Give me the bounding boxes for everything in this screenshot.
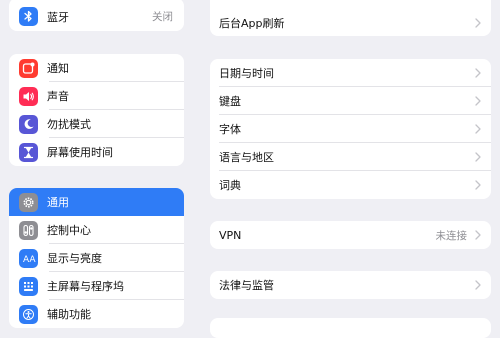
hourglass-icon: [19, 142, 38, 162]
chevron-right-icon: [475, 96, 481, 106]
vpn-row[interactable]: VPN 未连接: [210, 221, 491, 249]
dictionary-row[interactable]: 词典: [210, 171, 491, 199]
sound-icon: [19, 86, 38, 106]
bluetooth-status: 关闭: [152, 11, 173, 23]
sidebar-group-connectivity: 蓝牙 关闭: [9, 0, 184, 31]
chevron-right-icon: [475, 152, 481, 162]
display-brightness-icon: AA: [19, 248, 38, 268]
sidebar-item-display[interactable]: AA 显示与亮度: [9, 244, 184, 272]
bluetooth-icon: [19, 7, 38, 26]
language-region-row[interactable]: 语言与地区: [210, 143, 491, 171]
row-label: 键盘: [219, 95, 241, 108]
sidebar-item-sounds[interactable]: 声音: [9, 82, 184, 110]
sidebar-item-label: 屏幕使用时间: [47, 146, 113, 159]
keyboard-row[interactable]: 键盘: [210, 87, 491, 115]
sidebar-item-screen-time[interactable]: 屏幕使用时间: [9, 138, 184, 166]
chevron-right-icon: [475, 68, 481, 78]
row-label: 后台App刷新: [219, 17, 285, 30]
main-group-datetime: 日期与时间 键盘 字体 语言与地区 词典: [210, 59, 491, 199]
sidebar-item-label: 控制中心: [47, 224, 91, 237]
sidebar-item-label: 主屏幕与程序坞: [47, 280, 124, 293]
chevron-right-icon: [475, 180, 481, 190]
chevron-right-icon: [475, 280, 481, 290]
gear-icon: [19, 192, 38, 212]
main-group-legal: 法律与监管: [210, 271, 491, 299]
control-center-icon: [19, 220, 38, 240]
sidebar-item-control-center[interactable]: 控制中心: [9, 216, 184, 244]
sidebar-item-label: 蓝牙: [47, 10, 69, 24]
vpn-status: 未连接: [435, 229, 468, 242]
sidebar-item-accessibility[interactable]: 辅助功能: [9, 300, 184, 328]
date-time-row[interactable]: 日期与时间: [210, 59, 491, 87]
moon-icon: [19, 114, 38, 134]
sidebar: 蓝牙 关闭 通知 声音 勿扰模式 屏幕使用时间 通用 控制中心 AA 显示与亮度…: [0, 0, 194, 328]
sidebar-item-label: 通知: [47, 62, 69, 75]
main-group-next: [210, 318, 491, 338]
row-label: 法律与监管: [219, 279, 274, 292]
sidebar-item-notifications[interactable]: 通知: [9, 54, 184, 82]
row-label: 字体: [219, 123, 241, 136]
fonts-row[interactable]: 字体: [210, 115, 491, 143]
sidebar-item-label: 勿扰模式: [47, 118, 91, 131]
sidebar-item-general[interactable]: 通用: [9, 188, 184, 216]
sidebar-group-notifications: 通知 声音 勿扰模式 屏幕使用时间: [9, 54, 184, 166]
row-label: VPN: [219, 228, 242, 242]
sidebar-item-focus[interactable]: 勿扰模式: [9, 110, 184, 138]
sidebar-item-label: 显示与亮度: [47, 252, 102, 265]
row-label: 词典: [219, 179, 241, 192]
sidebar-item-label: 通用: [47, 196, 69, 209]
chevron-right-icon: [475, 230, 481, 240]
sidebar-group-general: 通用 控制中心 AA 显示与亮度 主屏幕与程序坞 辅助功能: [9, 188, 184, 328]
sidebar-item-bluetooth[interactable]: 蓝牙 关闭: [9, 0, 184, 31]
sidebar-item-label: 声音: [47, 90, 69, 103]
legal-regulatory-row[interactable]: 法律与监管: [210, 271, 491, 299]
background-app-refresh-row[interactable]: 后台App刷新: [210, 9, 491, 36]
main-group-refresh: 后台App刷新: [210, 0, 491, 36]
accessibility-icon: [19, 304, 38, 324]
row-label: 语言与地区: [219, 151, 274, 164]
chevron-right-icon: [475, 18, 481, 28]
sidebar-item-label: 辅助功能: [47, 308, 91, 321]
svg-text:AA: AA: [23, 255, 36, 264]
sidebar-item-home-screen[interactable]: 主屏幕与程序坞: [9, 272, 184, 300]
home-screen-icon: [19, 276, 38, 296]
chevron-right-icon: [475, 124, 481, 134]
general-settings-pane: 后台App刷新 日期与时间 键盘 字体 语言与地区 词典 VPN 未连接 法律与…: [194, 0, 500, 338]
main-group-vpn: VPN 未连接: [210, 221, 491, 249]
row-label: 日期与时间: [219, 67, 274, 80]
notifications-icon: [19, 58, 38, 78]
